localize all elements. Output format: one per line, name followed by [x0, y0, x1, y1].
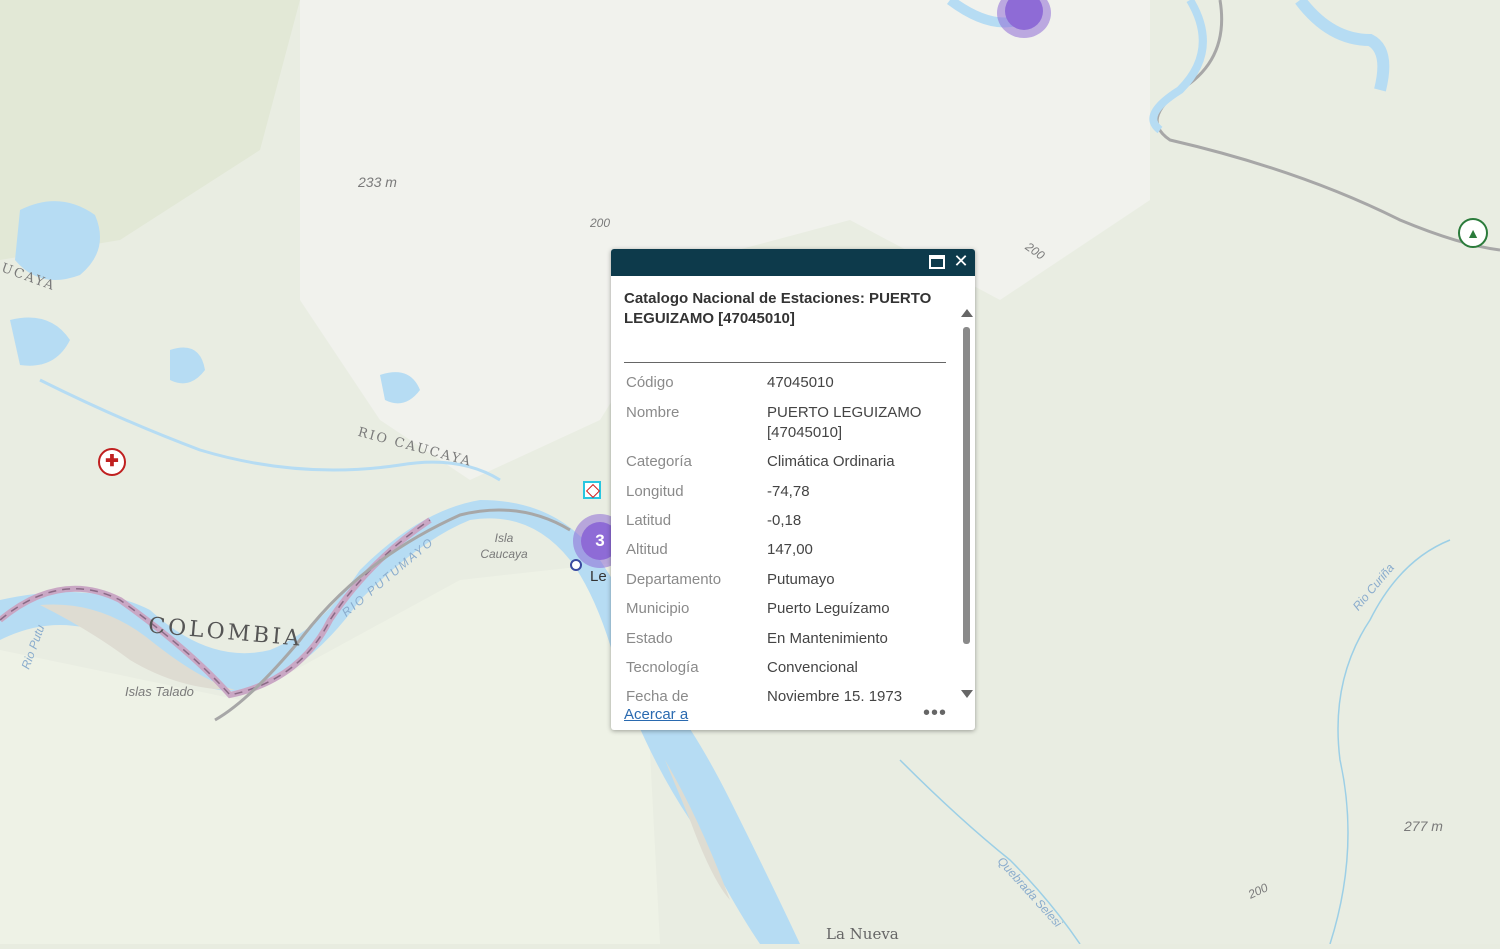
popup-header: ✕ [611, 249, 975, 276]
attribute-value: Convencional [767, 659, 858, 676]
attribute-key: Código [626, 374, 674, 391]
zoom-to-link[interactable]: Acercar a [624, 706, 688, 723]
popup-content: Catalogo Nacional de Estaciones: PUERTO … [611, 276, 975, 701]
marker-icon[interactable] [570, 559, 582, 571]
more-actions-button[interactable]: ••• [923, 702, 947, 725]
attribute-key: Fecha de Instalación [626, 688, 689, 701]
attribute-key: Tecnología [626, 659, 699, 676]
attribute-key: Departamento [626, 571, 722, 588]
popup-scrollbar[interactable] [961, 309, 973, 701]
attribute-value: -0,18 [767, 512, 802, 529]
island-label: Isla Caucaya [480, 531, 528, 561]
popup-footer: Acercar a ••• [611, 702, 975, 730]
attribute-value: Noviembre 15, 1973 [767, 688, 903, 701]
scroll-up-icon[interactable] [961, 309, 973, 317]
attribute-key: Nombre [626, 404, 680, 421]
attribute-value: En Mantenimiento [767, 630, 888, 647]
scroll-down-icon[interactable] [961, 690, 973, 698]
attribute-key: Longitud [626, 483, 684, 500]
attribute-value: Climática Ordinaria [767, 453, 895, 470]
elevation-label: 233 m [358, 174, 397, 190]
maximize-icon[interactable] [927, 252, 947, 272]
station-marker-icon[interactable] [583, 481, 601, 499]
title-divider [624, 362, 946, 363]
campground-icon[interactable]: ▲ [1458, 218, 1488, 248]
hospital-icon[interactable]: ✚ [98, 448, 126, 476]
close-icon[interactable]: ✕ [951, 252, 971, 272]
feature-popup: ✕ Catalogo Nacional de Estaciones: PUERT… [611, 249, 975, 730]
attribute-value: Putumayo [767, 571, 835, 588]
attribute-key: Latitud [626, 512, 672, 529]
place-label: La Nueva [826, 925, 899, 943]
contour-label: 200 [590, 216, 611, 230]
attribute-value: 147,00 [767, 541, 813, 558]
attribute-value: 47045010 [767, 374, 834, 391]
elevation-label: 277 m [1404, 818, 1443, 834]
attribute-key: Estado [626, 630, 673, 647]
attribute-key: Categoría [626, 453, 692, 470]
island-label: Islas Talado [125, 684, 194, 699]
town-label: Le [590, 568, 607, 585]
attribute-value: Puerto Leguízamo [767, 600, 890, 617]
scroll-thumb[interactable] [963, 327, 970, 644]
popup-title: Catalogo Nacional de Estaciones: PUERTO … [624, 290, 932, 327]
attribute-value: PUERTO LEGUIZAMO [47045010] [767, 404, 922, 441]
attribute-key: Altitud [626, 541, 668, 558]
attribute-key: Municipio [626, 600, 690, 617]
attribute-value: -74,78 [767, 483, 810, 500]
